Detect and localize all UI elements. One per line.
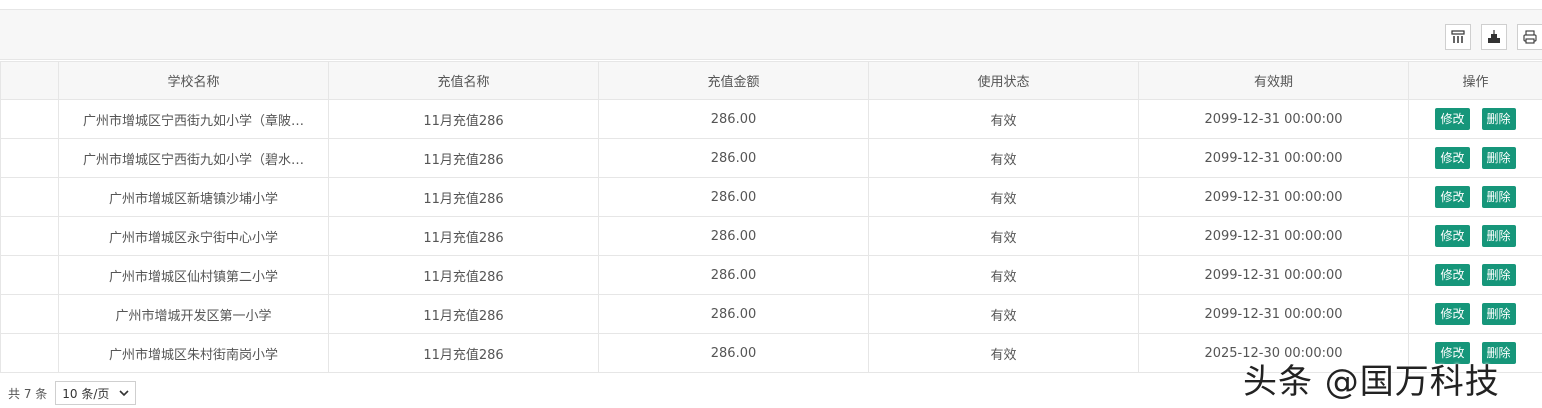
school-cell: 广州市增城开发区第一小学 — [58, 294, 329, 334]
school-cell: 广州市增城区朱村街南岗小学 — [58, 333, 329, 373]
column-header-expiry[interactable]: 有效期 — [1138, 61, 1409, 100]
recharge-name-cell: 11月充值286 — [328, 255, 599, 295]
table-row: 广州市增城开发区第一小学 11月充值286 286.00 有效 2099-12-… — [0, 294, 1542, 334]
school-cell: 广州市增城区宁西街九如小学（章陂… — [58, 99, 329, 139]
row-select-cell — [0, 216, 59, 256]
expiry-cell: 2099-12-31 00:00:00 — [1138, 177, 1409, 217]
page-size-select[interactable]: 10 条/页 — [55, 381, 137, 405]
recharge-table: 学校名称 充值名称 充值金额 使用状态 有效期 操作 广州市增城区宁西街九如小学… — [0, 61, 1542, 373]
column-header-recharge-name[interactable]: 充值名称 — [328, 61, 599, 100]
table-row: 广州市增城区仙村镇第二小学 11月充值286 286.00 有效 2099-12… — [0, 255, 1542, 295]
status-cell: 有效 — [868, 333, 1139, 373]
status-cell: 有效 — [868, 255, 1139, 295]
delete-button[interactable]: 删除 — [1481, 303, 1516, 325]
column-header-checkbox — [0, 61, 59, 100]
amount-cell: 286.00 — [598, 333, 869, 373]
row-select-cell — [0, 294, 59, 334]
recharge-name-cell: 11月充值286 — [328, 177, 599, 217]
column-header-school[interactable]: 学校名称 — [58, 61, 329, 100]
school-cell: 广州市增城区永宁街中心小学 — [58, 216, 329, 256]
amount-cell: 286.00 — [598, 294, 869, 334]
actions-cell: 修改 删除 — [1408, 177, 1542, 217]
table-toolbar — [0, 9, 1542, 60]
school-cell: 广州市增城区仙村镇第二小学 — [58, 255, 329, 295]
status-cell: 有效 — [868, 216, 1139, 256]
recharge-name-cell: 11月充值286 — [328, 138, 599, 178]
actions-cell: 修改 删除 — [1408, 216, 1542, 256]
edit-button[interactable]: 修改 — [1435, 147, 1470, 169]
amount-cell: 286.00 — [598, 138, 869, 178]
status-cell: 有效 — [868, 99, 1139, 139]
delete-button[interactable]: 删除 — [1481, 186, 1516, 208]
amount-cell: 286.00 — [598, 177, 869, 217]
actions-cell: 修改 删除 — [1408, 255, 1542, 295]
column-header-status[interactable]: 使用状态 — [868, 61, 1139, 100]
expiry-cell: 2099-12-31 00:00:00 — [1138, 216, 1409, 256]
expiry-cell: 2099-12-31 00:00:00 — [1138, 294, 1409, 334]
actions-cell: 修改 删除 — [1408, 294, 1542, 334]
edit-button[interactable]: 修改 — [1435, 264, 1470, 286]
table-row: 广州市增城区宁西街九如小学（碧水… 11月充值286 286.00 有效 209… — [0, 138, 1542, 178]
status-cell: 有效 — [868, 294, 1139, 334]
delete-button[interactable]: 删除 — [1481, 264, 1516, 286]
school-cell: 广州市增城区新塘镇沙埔小学 — [58, 177, 329, 217]
chevron-down-icon — [119, 390, 129, 397]
recharge-name-cell: 11月充值286 — [328, 294, 599, 334]
expiry-cell: 2099-12-31 00:00:00 — [1138, 255, 1409, 295]
recharge-name-cell: 11月充值286 — [328, 99, 599, 139]
table-row: 广州市增城区新塘镇沙埔小学 11月充值286 286.00 有效 2099-12… — [0, 177, 1542, 217]
expiry-cell: 2099-12-31 00:00:00 — [1138, 99, 1409, 139]
amount-cell: 286.00 — [598, 99, 869, 139]
edit-button[interactable]: 修改 — [1435, 108, 1470, 130]
edit-button[interactable]: 修改 — [1435, 225, 1470, 247]
status-cell: 有效 — [868, 177, 1139, 217]
amount-cell: 286.00 — [598, 255, 869, 295]
row-select-cell — [0, 255, 59, 295]
row-select-cell — [0, 138, 59, 178]
page-size-value: 10 条/页 — [62, 386, 110, 401]
edit-button[interactable]: 修改 — [1435, 186, 1470, 208]
row-select-cell — [0, 333, 59, 373]
row-select-cell — [0, 177, 59, 217]
table-header-row: 学校名称 充值名称 充值金额 使用状态 有效期 操作 — [0, 61, 1542, 100]
column-header-amount[interactable]: 充值金额 — [598, 61, 869, 100]
print-icon[interactable] — [1517, 24, 1542, 50]
total-count: 共 7 条 — [8, 386, 48, 401]
watermark: 头条 @国万科技 — [1243, 362, 1500, 402]
pagination-bar: 共 7 条 10 条/页 — [8, 381, 137, 405]
delete-button[interactable]: 删除 — [1481, 108, 1516, 130]
column-header-actions: 操作 — [1408, 61, 1542, 100]
table-row: 广州市增城区永宁街中心小学 11月充值286 286.00 有效 2099-12… — [0, 216, 1542, 256]
export-icon[interactable] — [1481, 24, 1507, 50]
status-cell: 有效 — [868, 138, 1139, 178]
columns-icon[interactable] — [1445, 24, 1471, 50]
row-select-cell — [0, 99, 59, 139]
recharge-name-cell: 11月充值286 — [328, 333, 599, 373]
actions-cell: 修改 删除 — [1408, 99, 1542, 139]
delete-button[interactable]: 删除 — [1481, 225, 1516, 247]
edit-button[interactable]: 修改 — [1435, 303, 1470, 325]
amount-cell: 286.00 — [598, 216, 869, 256]
school-cell: 广州市增城区宁西街九如小学（碧水… — [58, 138, 329, 178]
expiry-cell: 2099-12-31 00:00:00 — [1138, 138, 1409, 178]
recharge-name-cell: 11月充值286 — [328, 216, 599, 256]
delete-button[interactable]: 删除 — [1481, 147, 1516, 169]
table-row: 广州市增城区宁西街九如小学（章陂… 11月充值286 286.00 有效 209… — [0, 99, 1542, 139]
actions-cell: 修改 删除 — [1408, 138, 1542, 178]
